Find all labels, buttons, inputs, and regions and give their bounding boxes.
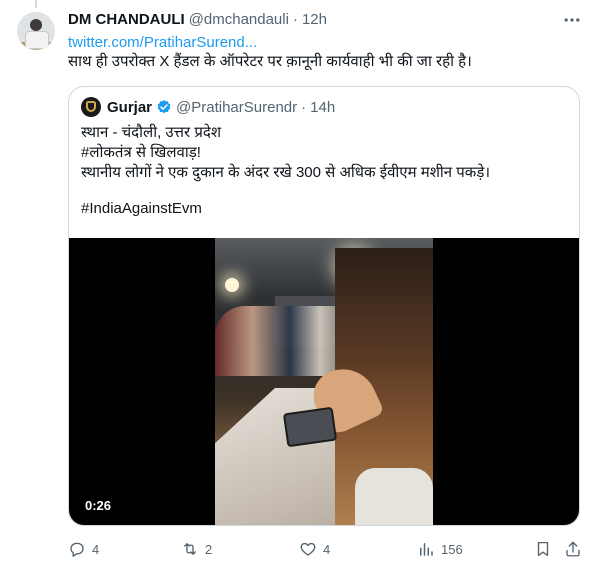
quoted-hashtag[interactable]: #IndiaAgainstEvm — [81, 199, 571, 219]
reply-count: 4 — [92, 541, 100, 557]
bookmark-button[interactable] — [534, 540, 552, 558]
author-name[interactable]: DM CHANDAULI — [68, 11, 185, 28]
retweet-button[interactable]: 2 — [181, 540, 212, 558]
quoted-text-line: #लोकतंत्र से खिलवाड़! — [81, 144, 201, 161]
quoted-author-avatar — [81, 97, 101, 117]
reply-button[interactable]: 4 — [68, 540, 99, 558]
retweet-icon — [184, 543, 196, 555]
header-separator: · — [292, 11, 298, 28]
view-count: 156 — [441, 541, 463, 557]
tweet-text: साथ ही उपरोक्त X हैंडल के ऑपरेटर पर क़ान… — [68, 53, 472, 70]
quoted-tweet-card[interactable]: Gurjar @PratiharSurendr · 14h स्थान - चं… — [68, 86, 580, 526]
quoted-author-handle: @PratiharSurendr — [176, 98, 298, 116]
tweet-timestamp[interactable]: 12h — [302, 11, 327, 28]
quoted-tweet-text: स्थान - चंदौली, उत्तर प्रदेश #लोकतंत्र स… — [81, 123, 571, 219]
tweet-actions-bar: 4 2 4 156 — [68, 540, 580, 560]
verified-badge-icon — [157, 100, 171, 114]
video-player[interactable]: 0:26 — [69, 238, 579, 525]
share-icon — [566, 541, 580, 557]
views-button[interactable]: 156 — [417, 540, 463, 558]
quoted-header-separator: · — [301, 98, 307, 116]
analytics-icon — [420, 543, 433, 556]
bookmark-icon — [537, 541, 549, 557]
tweet-header: DM CHANDAULI @dmchandauli · 12h — [68, 11, 327, 28]
retweet-count: 2 — [205, 541, 213, 557]
like-count: 4 — [323, 541, 331, 557]
like-button[interactable]: 4 — [299, 540, 330, 558]
author-handle[interactable]: @dmchandauli — [189, 11, 289, 28]
thread-connector-line — [35, 0, 37, 8]
quoted-timestamp: 14h — [310, 98, 336, 116]
tweet-link[interactable]: twitter.com/PratiharSurend... — [68, 34, 257, 51]
quoted-author-name: Gurjar — [107, 98, 153, 116]
quoted-text-line: स्थान - चंदौली, उत्तर प्रदेश — [81, 124, 222, 141]
more-options-icon[interactable] — [562, 10, 582, 30]
quoted-tweet-header: Gurjar @PratiharSurendr · 14h — [81, 97, 335, 117]
video-duration: 0:26 — [85, 498, 112, 513]
heart-icon — [300, 542, 316, 556]
reply-icon — [70, 542, 84, 557]
video-thumbnail — [215, 238, 433, 525]
share-button[interactable] — [564, 540, 582, 558]
author-avatar[interactable] — [17, 12, 55, 50]
quoted-text-line: स्थानीय लोगों ने एक दुकान के अंदर रखे 30… — [81, 164, 491, 181]
